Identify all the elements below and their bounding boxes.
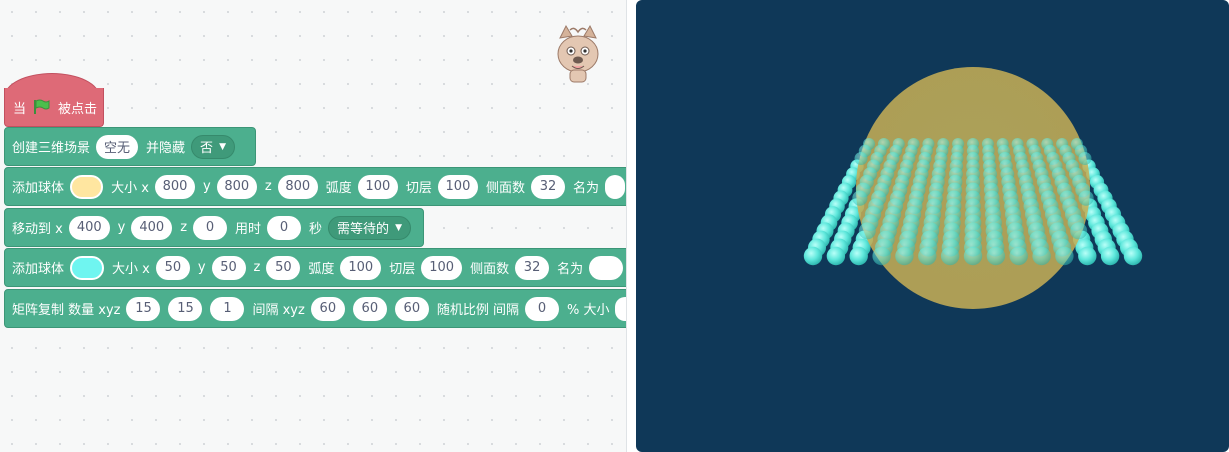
- move-y-input[interactable]: 400: [131, 215, 173, 240]
- name-input[interactable]: [605, 174, 626, 199]
- small-sphere: [1009, 246, 1028, 266]
- name-input[interactable]: [589, 255, 624, 280]
- small-sphere: [1055, 246, 1074, 266]
- size-z-input[interactable]: 50: [266, 255, 301, 280]
- add-sphere-label: 添加球体: [12, 262, 65, 277]
- chevron-down-icon: ▼: [395, 222, 402, 233]
- 3d-scene-render: [803, 67, 1143, 309]
- percent-size-label: % 大小: [566, 303, 610, 318]
- small-sphere: [849, 246, 868, 266]
- matrix-copy-block[interactable]: 矩阵复制 数量 xyz 15 15 1 间隔 xyz 60 60 60 随机比例…: [4, 289, 626, 328]
- size-y-input[interactable]: 50: [211, 255, 246, 280]
- layers-input[interactable]: 100: [421, 255, 463, 280]
- scene-value-input[interactable]: 空无: [96, 134, 139, 159]
- small-sphere: [986, 246, 1006, 266]
- small-sphere: [858, 222, 876, 240]
- size-x-input[interactable]: 800: [154, 174, 196, 199]
- small-sphere: [1070, 222, 1088, 240]
- layers-label: 切层: [405, 181, 432, 196]
- clicked-label: 被点击: [58, 101, 98, 117]
- sides-input[interactable]: 32: [531, 174, 565, 199]
- small-sphere: [918, 246, 937, 266]
- add-sphere-block[interactable]: 添加球体 大小 x 50 y 50 z 50 弧度 100 切层 100 侧面数…: [4, 248, 626, 287]
- sphere-color-picker[interactable]: [70, 174, 104, 199]
- move-to-label: 移动到 x: [12, 222, 63, 237]
- y-label: y: [203, 179, 211, 194]
- small-sphere: [803, 246, 823, 266]
- time-label: 用时: [235, 222, 262, 237]
- random-input[interactable]: 0: [524, 296, 559, 321]
- when-label: 当: [13, 101, 27, 117]
- chevron-down-icon: ▼: [219, 141, 226, 152]
- arc-label: 弧度: [325, 181, 352, 196]
- count-x-input[interactable]: 15: [126, 296, 161, 321]
- small-sphere: [1123, 246, 1143, 266]
- small-sphere: [1100, 246, 1120, 266]
- name-label: 名为: [573, 181, 600, 196]
- hide-dropdown-value: 否: [200, 141, 214, 156]
- create-scene-label: 创建三维场景: [12, 141, 91, 156]
- arc-input[interactable]: 100: [357, 174, 398, 199]
- arc-label: 弧度: [308, 262, 335, 277]
- code-workspace[interactable]: 当 被点击 创建三维场景 空无 并隐藏 否 ▼ 添加球体 大小 x 800 y 8…: [0, 0, 627, 452]
- y-label: y: [197, 260, 206, 275]
- sides-label: 侧面数: [485, 181, 525, 196]
- layers-label: 切层: [389, 262, 416, 277]
- random-label: 随机比例 间隔: [436, 303, 519, 318]
- sides-input[interactable]: 32: [515, 255, 550, 280]
- wait-dropdown-value: 需等待的: [337, 222, 390, 237]
- hide-dropdown[interactable]: 否 ▼: [191, 134, 235, 159]
- size-z-input[interactable]: 800: [277, 174, 318, 199]
- arc-input[interactable]: 100: [340, 255, 382, 280]
- move-z-input[interactable]: 0: [193, 215, 228, 240]
- small-sphere: [826, 246, 846, 266]
- size-x-label: 大小 x: [112, 262, 150, 277]
- size-input[interactable]: [615, 296, 626, 321]
- z-label: z: [180, 220, 188, 235]
- count-y-input[interactable]: 15: [168, 296, 203, 321]
- wait-dropdown[interactable]: 需等待的 ▼: [328, 215, 411, 240]
- small-sphere: [852, 190, 868, 206]
- size-x-input[interactable]: 50: [155, 255, 190, 280]
- time-input[interactable]: 0: [267, 215, 302, 240]
- size-y-input[interactable]: 800: [216, 174, 257, 199]
- sprite-mascot-icon: [557, 24, 599, 83]
- small-sphere: [872, 246, 891, 266]
- 3d-stage[interactable]: [636, 0, 1229, 452]
- small-sphere: [1078, 152, 1092, 165]
- move-to-block[interactable]: 移动到 x 400 y 400 z 0 用时 0 秒 需等待的 ▼: [4, 208, 424, 247]
- seconds-label: 秒: [309, 222, 323, 237]
- name-label: 名为: [557, 262, 584, 277]
- small-sphere: [940, 246, 960, 266]
- z-label: z: [253, 260, 261, 275]
- create-3d-scene-block[interactable]: 创建三维场景 空无 并隐藏 否 ▼: [4, 127, 256, 166]
- size-x-label: 大小 x: [111, 181, 149, 196]
- y-label: y: [117, 220, 126, 235]
- matrix-copy-label: 矩阵复制 数量 xyz: [12, 303, 121, 318]
- sides-label: 侧面数: [470, 262, 510, 277]
- small-sphere: [1078, 190, 1094, 206]
- z-label: z: [264, 179, 272, 194]
- small-sphere: [895, 246, 914, 266]
- hide-label: 并隐藏: [146, 141, 186, 156]
- small-sphere: [854, 152, 868, 165]
- add-sphere-label: 添加球体: [12, 181, 65, 196]
- move-x-input[interactable]: 400: [68, 215, 110, 240]
- small-sphere: [963, 246, 983, 266]
- small-sphere: [1078, 246, 1097, 266]
- gap-label: 间隔 xyz: [252, 303, 305, 318]
- sphere-color-picker[interactable]: [70, 255, 105, 280]
- add-sphere-block[interactable]: 添加球体 大小 x 800 y 800 z 800 弧度 100 切层 100 …: [4, 167, 626, 206]
- layers-input[interactable]: 100: [437, 174, 478, 199]
- gap-y-input[interactable]: 60: [352, 296, 387, 321]
- gap-x-input[interactable]: 60: [310, 296, 345, 321]
- when-flag-clicked-block[interactable]: 当 被点击: [4, 88, 104, 127]
- small-sphere: [1032, 246, 1051, 266]
- gap-z-input[interactable]: 60: [394, 296, 429, 321]
- count-z-input[interactable]: 1: [210, 296, 245, 321]
- green-flag-icon: [34, 99, 50, 114]
